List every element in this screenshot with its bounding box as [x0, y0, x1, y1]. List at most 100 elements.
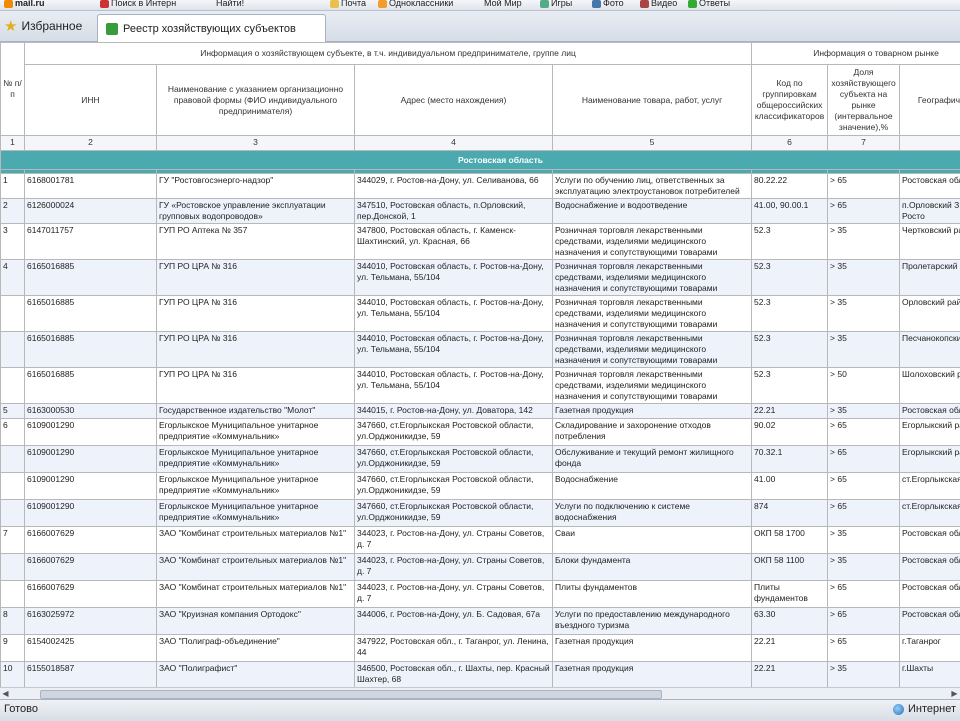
goods-cell: Газетная продукция — [553, 404, 752, 419]
address-cell: 347510, Ростовская область, п.Орловский,… — [355, 199, 553, 224]
inn-cell: 6109001290 — [25, 500, 157, 527]
goods-cell: Розничная торговля лекарственными средст… — [553, 260, 752, 296]
row-number: 3 — [1, 224, 25, 260]
scrollbar-thumb[interactable] — [40, 690, 662, 699]
row-number: 5 — [1, 404, 25, 419]
share-cell: > 35 — [828, 224, 900, 260]
table-body: 16168001781ГУ "Ростовгосэнерго-надзор"34… — [1, 174, 960, 699]
favorites-button[interactable]: ★ Избранное — [4, 15, 82, 37]
name-cell: Егорлыкское Муниципальное унитарное пред… — [157, 473, 355, 500]
address-cell: 347660, ст.Егорлыкская Ростовской област… — [355, 473, 553, 500]
name-cell: ЗАО "Комбинат строительных материалов №1… — [157, 581, 355, 608]
name-cell: ЗАО "Комбинат строительных материалов №1… — [157, 554, 355, 581]
inn-cell: 6109001290 — [25, 446, 157, 473]
share-cell: > 35 — [828, 260, 900, 296]
address-cell: 344015, г. Ростов-на-Дону, ул. Доватора,… — [355, 404, 553, 419]
column-number: 6 — [752, 136, 828, 151]
scroll-left-icon[interactable]: ◀ — [0, 688, 11, 699]
column-number: 5 — [553, 136, 752, 151]
header-name: Наименование с указанием организационно … — [157, 65, 355, 136]
code-cell: 52.3 — [752, 332, 828, 368]
row-number — [1, 368, 25, 404]
scroll-right-icon[interactable]: ▶ — [949, 688, 960, 699]
column-number: 1 — [1, 136, 25, 151]
share-cell: > 35 — [828, 404, 900, 419]
address-cell: 344006, г. Ростов-на-Дону, ул. Б. Садова… — [355, 608, 553, 635]
geo-cell: г.Шахты — [900, 662, 960, 689]
toolbar-photo[interactable]: Фото — [592, 0, 624, 8]
geo-cell: Ростовская обл — [900, 608, 960, 635]
mail-icon — [330, 0, 339, 8]
goods-cell: Водоснабжение — [553, 473, 752, 500]
share-cell: > 50 — [828, 368, 900, 404]
status-text: Готово — [4, 703, 38, 715]
column-number: 7 — [828, 136, 900, 151]
inn-cell: 6165016885 — [25, 368, 157, 404]
browser-toolbar: mail.ru Поиск в Интерн Найти! Почта Одно… — [0, 0, 960, 11]
geo-cell: Шолоховский рай — [900, 368, 960, 404]
toolbar-games[interactable]: Игры — [540, 0, 572, 8]
row-number — [1, 473, 25, 500]
status-bar: Готово Интернет — [0, 699, 960, 721]
toolbar-search[interactable]: Поиск в Интерн — [100, 0, 176, 8]
share-cell: > 65 — [828, 500, 900, 527]
mailru-icon — [4, 0, 13, 8]
address-cell: 346500, Ростовская обл., г. Шахты, пер. … — [355, 662, 553, 689]
name-cell: Егорлыкское Муниципальное унитарное пред… — [157, 446, 355, 473]
star-icon: ★ — [4, 17, 17, 35]
column-number: 2 — [25, 136, 157, 151]
goods-cell: Обслуживание и текущий ремонт жилищного … — [553, 446, 752, 473]
table-row: 76166007629ЗАО "Комбинат строительных ма… — [1, 527, 960, 554]
table-row: 6166007629ЗАО "Комбинат строительных мат… — [1, 554, 960, 581]
code-cell: 52.3 — [752, 260, 828, 296]
toolbar-item-mailru[interactable]: mail.ru — [4, 0, 45, 8]
address-cell: 344010, Ростовская область, г. Ростов-на… — [355, 368, 553, 404]
row-number: 9 — [1, 635, 25, 662]
toolbar-answers[interactable]: Ответы — [688, 0, 730, 8]
code-cell: 22.21 — [752, 662, 828, 689]
inn-cell: 6126000024 — [25, 199, 157, 224]
photo-icon — [592, 0, 601, 8]
header-goods: Наименование товара, работ, услуг — [553, 65, 752, 136]
header-inn: ИНН — [25, 65, 157, 136]
header-geo: Географические — [900, 65, 960, 136]
geo-cell: Егорлыкский ра — [900, 419, 960, 446]
goods-cell: Розничная торговля лекарственными средст… — [553, 224, 752, 260]
column-number: 3 — [157, 136, 355, 151]
row-number — [1, 581, 25, 608]
address-cell: 347660, ст.Егорлыкская Ростовской област… — [355, 419, 553, 446]
name-cell: Государственное издательство "Молот" — [157, 404, 355, 419]
header-code: Код по группировкам общероссийских класс… — [752, 65, 828, 136]
share-cell: > 65 — [828, 446, 900, 473]
address-cell: 344010, Ростовская область, г. Ростов-на… — [355, 332, 553, 368]
table-row: 36147011757ГУП РО Аптека № 357347800, Ро… — [1, 224, 960, 260]
horizontal-scrollbar[interactable]: ◀ ▶ — [0, 687, 960, 699]
tab-registry[interactable]: Реестр хозяйствующих субъектов — [97, 14, 326, 42]
code-cell: ОКП 58 1700 — [752, 527, 828, 554]
inn-cell: 6165016885 — [25, 332, 157, 368]
geo-cell: Песчанокопски — [900, 332, 960, 368]
toolbar-moi-mir[interactable]: Мой Мир — [484, 0, 522, 8]
table-row: 46165016885ГУП РО ЦРА № 316344010, Росто… — [1, 260, 960, 296]
geo-cell: Ростовская обл — [900, 527, 960, 554]
toolbar-find-button[interactable]: Найти! — [216, 0, 244, 8]
toolbar-video[interactable]: Видео — [640, 0, 677, 8]
row-number: 4 — [1, 260, 25, 296]
code-cell: 70.32.1 — [752, 446, 828, 473]
search-icon — [100, 0, 109, 8]
toolbar-mail[interactable]: Почта — [330, 0, 366, 8]
header-share: Доля хозяйствующего субъекта на рынке (и… — [828, 65, 900, 136]
table-row: 16168001781ГУ "Ростовгосэнерго-надзор"34… — [1, 174, 960, 199]
table-row: 6165016885ГУП РО ЦРА № 316344010, Ростов… — [1, 296, 960, 332]
name-cell: ГУП РО ЦРА № 316 — [157, 332, 355, 368]
row-number: 6 — [1, 419, 25, 446]
toolbar-odnoklassniki[interactable]: Одноклассники — [378, 0, 453, 8]
region-title: Ростовская область — [1, 151, 960, 170]
column-numbers-row: 1 2 3 4 5 6 7 — [1, 136, 960, 151]
row-number — [1, 296, 25, 332]
share-cell: > 65 — [828, 199, 900, 224]
share-cell: > 35 — [828, 527, 900, 554]
row-number — [1, 332, 25, 368]
geo-cell: Егорлыкский ра — [900, 446, 960, 473]
row-number: 2 — [1, 199, 25, 224]
